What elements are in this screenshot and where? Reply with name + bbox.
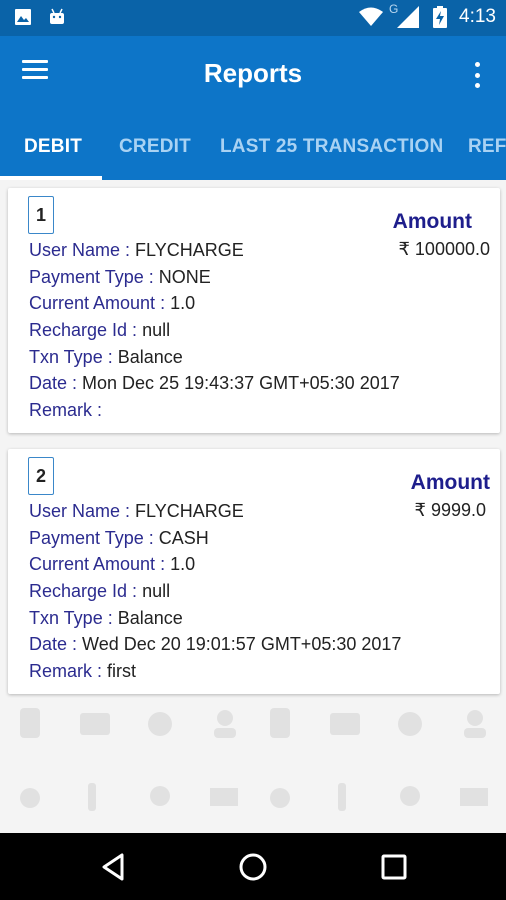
date-label: Date : [29,634,83,654]
user-name-row: User Name : FLYCHARGE [29,501,244,522]
more-vert-icon[interactable] [472,58,482,92]
background-pattern [20,708,488,811]
txn-type-label: Txn Type : [29,608,118,628]
page-title: Reports [203,58,303,88]
recharge-id-label: Recharge Id : [29,581,143,601]
recharge-id-row: Recharge Id : null [29,581,170,602]
status-bar: G 4:13 [0,0,506,36]
amount-value: ₹ 100000.0 [398,239,490,259]
image-icon [15,9,31,25]
date-label: Date : [29,373,83,393]
tab-refund[interactable]: REFU [468,114,506,180]
transaction-card[interactable]: 2 Amount ₹ 9999.0 User Name : FLYCHARGE … [8,449,500,694]
transaction-card[interactable]: 1 Amount ₹ 100000.0 User Name : FLYCHARG… [8,188,500,433]
current-amount-label: Current Amount : [29,554,171,574]
current-amount-row: Current Amount : 1.0 [29,554,195,575]
tab-credit[interactable]: CREDIT [119,114,191,180]
tab-last-25-transaction[interactable]: LAST 25 TRANSACTION [220,114,443,180]
txn-type-value: Balance [117,347,183,367]
date-row: Date : Wed Dec 20 19:01:57 GMT+05:30 201… [29,634,401,655]
current-amount-value: 1.0 [170,293,196,313]
current-amount-value: 1.0 [170,554,196,574]
amount-label: Amount [410,471,490,494]
recharge-id-label: Recharge Id : [29,320,143,340]
status-time: 4:13 [459,6,496,27]
recharge-id-value: null [142,320,171,340]
date-value: Wed Dec 20 19:01:57 GMT+05:30 2017 [82,634,402,654]
remark-value: first [107,661,137,681]
recharge-id-row: Recharge Id : null [29,320,170,341]
payment-type-row: Payment Type : NONE [29,267,211,288]
user-name-row: User Name : FLYCHARGE [29,240,244,261]
android-icon [50,8,64,24]
date-row: Date : Mon Dec 25 19:43:37 GMT+05:30 201… [29,373,400,394]
recents-icon[interactable] [378,851,410,883]
txn-type-row: Txn Type : Balance [29,608,183,629]
system-nav-bar [0,833,506,900]
payment-type-row: Payment Type : CASH [29,528,209,549]
home-icon[interactable] [237,851,269,883]
user-name-label: User Name : [29,501,136,521]
current-amount-label: Current Amount : [29,293,171,313]
date-value: Mon Dec 25 19:43:37 GMT+05:30 2017 [82,373,400,393]
txn-type-label: Txn Type : [29,347,118,367]
user-name-value: FLYCHARGE [135,501,244,521]
recharge-id-value: null [142,581,171,601]
remark-label: Remark : [29,400,103,420]
wifi-icon [359,7,384,26]
current-amount-row: Current Amount : 1.0 [29,293,195,314]
remark-label: Remark : [29,661,108,681]
tab-debit[interactable]: DEBIT [24,114,82,180]
payment-type-value: CASH [158,528,209,548]
app-bar: Reports [0,36,506,114]
txn-type-value: Balance [117,608,183,628]
payment-type-label: Payment Type : [29,267,159,287]
remark-row: Remark : [29,400,102,421]
amount-value: ₹ 9999.0 [414,500,486,520]
transaction-index: 1 [28,196,54,234]
tab-bar: DEBIT CREDIT LAST 25 TRANSACTION REFU [0,114,506,180]
payment-type-label: Payment Type : [29,528,159,548]
battery-charging-icon [433,6,448,28]
back-icon[interactable] [98,851,130,883]
transaction-index: 2 [28,457,54,495]
signal-icon: G [389,2,421,28]
payment-type-value: NONE [158,267,211,287]
remark-row: Remark : first [29,661,136,682]
transaction-list[interactable]: 1 Amount ₹ 100000.0 User Name : FLYCHARG… [0,180,506,833]
user-name-label: User Name : [29,240,136,260]
txn-type-row: Txn Type : Balance [29,347,183,368]
user-name-value: FLYCHARGE [135,240,244,260]
amount-label: Amount [392,210,472,233]
